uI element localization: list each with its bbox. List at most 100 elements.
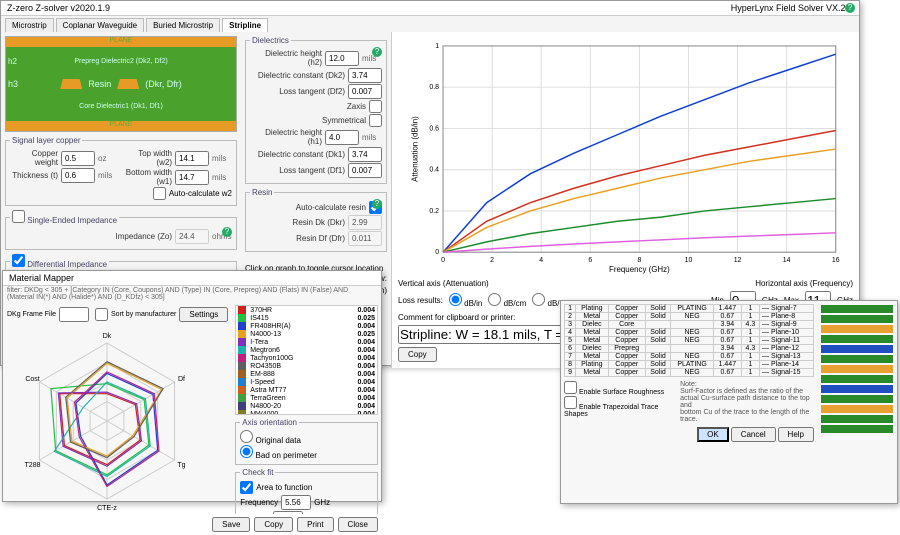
svg-text:Tg: Tg	[177, 462, 185, 469]
material-row[interactable]: TerraGreen0.004	[236, 394, 377, 402]
material-row[interactable]: I-Tera0.004	[236, 338, 377, 346]
zaxis-checkbox[interactable]	[369, 100, 382, 113]
material-list[interactable]: 370HR0.004IS4150.025FR408HR(A)0.004N4000…	[235, 305, 378, 415]
svg-text:6: 6	[588, 257, 592, 264]
tab-microstrip[interactable]: Microstrip	[5, 18, 54, 32]
material-row[interactable]: Astra MT770.004	[236, 386, 377, 394]
unit-dbm-radio[interactable]	[532, 293, 545, 306]
tab-stripline[interactable]: Stripline	[222, 18, 268, 32]
unit-dbcm-radio[interactable]	[488, 293, 501, 306]
auto-w2-checkbox[interactable]	[153, 187, 166, 200]
layer-table[interactable]: 1PlatingCopperSolidPLATING1.4471— Signal…	[564, 304, 814, 377]
stack-slab	[821, 425, 893, 433]
copy-button[interactable]: Copy	[398, 347, 437, 362]
material-row[interactable]: 370HR0.004	[236, 306, 377, 314]
layer-row[interactable]: 6DielecPrepreg3.944.3— Plane-12	[565, 345, 814, 353]
svg-text:4: 4	[539, 257, 543, 264]
dk1-input[interactable]	[348, 147, 382, 162]
stack-slab	[821, 345, 893, 353]
top-plane: PLANE	[6, 37, 236, 47]
roughness-checkbox[interactable]	[564, 381, 577, 394]
help-icon[interactable]: ?	[372, 199, 382, 209]
layer-row[interactable]: 9MetalCopperSolidNEG0.671— Signal-15	[565, 369, 814, 377]
se-impedance-output	[175, 229, 209, 244]
layer-row[interactable]: 8PlatingCopperSolidPLATING1.4471— Plane-…	[565, 361, 814, 369]
help-icon[interactable]: ?	[372, 47, 382, 57]
trace-right	[117, 79, 139, 89]
checkfit-group: Check fit Area to function FrequencyGHz …	[235, 468, 378, 514]
stack-slab	[821, 315, 893, 323]
chk-resin-input[interactable]	[273, 511, 303, 514]
single-ended-group: Single-Ended Impedance Impedance (Zo) oh…	[5, 210, 237, 250]
save-button[interactable]: Save	[212, 517, 250, 532]
cancel-button[interactable]: Cancel	[731, 427, 776, 442]
attenuation-chart[interactable]: 024681012141600.20.40.60.81Frequency (GH…	[398, 38, 853, 276]
frame-file-input[interactable]	[59, 307, 89, 322]
svg-text:Df: Df	[178, 376, 185, 383]
trapezoid-checkbox[interactable]	[564, 396, 577, 409]
svg-text:0: 0	[441, 257, 445, 264]
svg-text:Attenuation (dB/in): Attenuation (dB/in)	[410, 116, 419, 182]
help-icon[interactable]: ?	[845, 3, 855, 13]
app-title: Z-zero Z-solver v2020.1.9	[7, 3, 110, 13]
material-row[interactable]: RO4350B0.004	[236, 362, 377, 370]
dk2-input[interactable]	[348, 68, 382, 83]
top-width-input[interactable]	[175, 151, 209, 166]
ok-button[interactable]: OK	[697, 427, 729, 442]
se-enable-checkbox[interactable]	[12, 210, 25, 223]
h2-input[interactable]	[325, 51, 359, 66]
sort-checkbox[interactable]	[95, 308, 108, 321]
thickness-input[interactable]	[61, 168, 95, 183]
material-row[interactable]: Megtron60.004	[236, 346, 377, 354]
copy-button[interactable]: Copy	[254, 517, 293, 532]
svg-text:CTE-z: CTE-z	[97, 505, 117, 512]
help-icon[interactable]: ?	[222, 227, 232, 237]
close-button[interactable]: Close	[338, 517, 378, 532]
material-row[interactable]: N4800-200.004	[236, 402, 377, 410]
radar-chart[interactable]: DkDfTgCTE-zT288Cost	[7, 323, 207, 513]
settings-button[interactable]: Settings	[179, 307, 228, 322]
resin-group: Resin Auto-calculate resin Resin Dk (Dkr…	[245, 188, 387, 252]
orient-bad-radio[interactable]	[240, 445, 253, 458]
layer-row[interactable]: 2MetalCopperSolidNEG0.671— Plane-8	[565, 313, 814, 321]
svg-text:0.4: 0.4	[429, 167, 439, 174]
layer-row[interactable]: 7MetalCopperSolidNEG0.671— Signal-13	[565, 353, 814, 361]
stackup-3d-view	[817, 301, 897, 489]
df1-input[interactable]	[348, 163, 382, 178]
resin-layer: h3 Resin (Dkr, Dfr)	[6, 76, 236, 92]
geometry-tabs: MicrostripCoplanar WaveguideBuried Micro…	[1, 16, 859, 32]
material-row[interactable]: N4000-130.025	[236, 330, 377, 338]
stackup-editor-window: 1PlatingCopperSolidPLATING1.4471— Signal…	[560, 300, 898, 504]
orient-original-radio[interactable]	[240, 430, 253, 443]
df2-input[interactable]	[348, 84, 382, 99]
copper-group: Signal layer copper Copper weight oz Thi…	[5, 136, 237, 206]
layer-row[interactable]: 3DielecCore3.944.3— Signal-9	[565, 321, 814, 329]
radar-titlebar: Material Mapper	[3, 271, 381, 286]
material-row[interactable]: I-Speed0.004	[236, 378, 377, 386]
svg-text:8: 8	[637, 257, 641, 264]
layer-row[interactable]: 4MetalCopperSolidNEG0.671— Plane-10	[565, 329, 814, 337]
unit-dbin-radio[interactable]	[449, 293, 462, 306]
tab-coplanar-waveguide[interactable]: Coplanar Waveguide	[56, 18, 144, 32]
area-fn-checkbox[interactable]	[240, 481, 253, 494]
symmetrical-checkbox[interactable]	[369, 114, 382, 127]
material-row[interactable]: Tachyon100G0.004	[236, 354, 377, 362]
material-row[interactable]: MW40000.004	[236, 410, 377, 415]
layer-row[interactable]: 1PlatingCopperSolidPLATING1.4471— Signal…	[565, 305, 814, 313]
bottom-plane: PLANE	[6, 121, 236, 131]
resin-dk-output	[348, 215, 382, 230]
diff-enable-checkbox[interactable]	[12, 254, 25, 267]
material-row[interactable]: IS4150.025	[236, 314, 377, 322]
layer-row[interactable]: 5MetalCopperSolidNEG0.671— Signal-11	[565, 337, 814, 345]
stack-slab	[821, 355, 893, 363]
bottom-width-input[interactable]	[175, 170, 209, 185]
h1-input[interactable]	[325, 130, 359, 145]
help-button[interactable]: Help	[778, 427, 814, 442]
chk-freq-input[interactable]	[281, 495, 311, 510]
titlebar: Z-zero Z-solver v2020.1.9 HyperLynx Fiel…	[1, 1, 859, 16]
material-row[interactable]: EM-8880.004	[236, 370, 377, 378]
tab-buried-microstrip[interactable]: Buried Microstrip	[146, 18, 220, 32]
copper-weight-input[interactable]	[61, 151, 95, 166]
print-button[interactable]: Print	[297, 517, 333, 532]
material-row[interactable]: FR408HR(A)0.004	[236, 322, 377, 330]
